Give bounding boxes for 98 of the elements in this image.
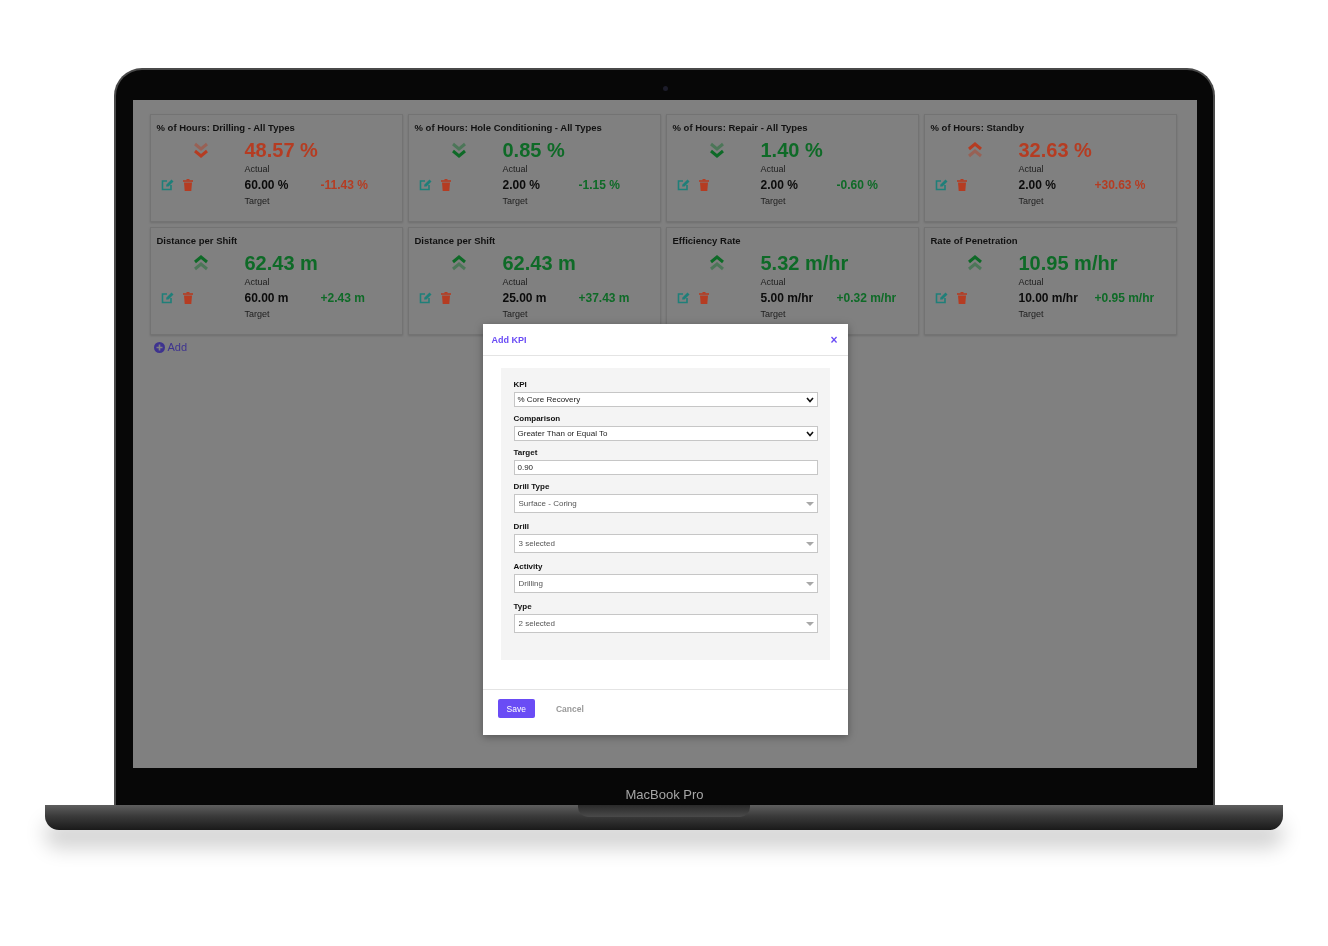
chevron-down-icon: [805, 396, 814, 403]
edit-icon[interactable]: [418, 292, 432, 304]
target-value: 60.00 m: [244, 291, 290, 305]
target-value: 2.00 %: [760, 178, 799, 192]
actual-value: 0.85 %: [502, 138, 566, 162]
actual-value: 1.40 %: [760, 138, 824, 162]
select-field[interactable]: Greater Than or Equal To: [513, 426, 818, 441]
card-title: Distance per Shift: [156, 235, 239, 246]
trash-icon[interactable]: [440, 292, 451, 304]
trash-icon[interactable]: [698, 179, 709, 191]
actual-label: Actual: [1018, 164, 1045, 174]
field-label: Drill Type: [513, 482, 551, 491]
card-title: % of Hours: Hole Conditioning - All Types: [414, 122, 603, 133]
difference-value: +0.32 m/hr: [836, 291, 898, 305]
close-button[interactable]: ×: [830, 332, 838, 347]
edit-icon[interactable]: [160, 179, 174, 191]
edit-icon[interactable]: [160, 292, 174, 304]
edit-icon[interactable]: [676, 179, 690, 191]
trash-icon[interactable]: [182, 292, 193, 304]
actual-label: Actual: [1018, 277, 1045, 287]
caret-down-icon: [805, 621, 814, 626]
target-value: 5.00 m/hr: [760, 291, 815, 305]
double-chevron-up-icon: [966, 142, 983, 158]
trash-icon[interactable]: [440, 179, 451, 191]
field-label: Type: [513, 602, 533, 611]
actual-value: 48.57 %: [244, 138, 319, 162]
actual-value: 62.43 m: [502, 251, 577, 275]
dropdown-field[interactable]: Surface - Coring: [513, 494, 818, 513]
card-title: Rate of Penetration: [930, 235, 1019, 246]
card-title: Efficiency Rate: [672, 235, 742, 246]
actual-label: Actual: [760, 277, 787, 287]
edit-icon[interactable]: [934, 292, 948, 304]
dropdown-field[interactable]: Drilling: [513, 574, 818, 593]
target-label: Target: [502, 309, 529, 319]
double-chevron-down-icon: [192, 142, 209, 158]
target-value: 2.00 %: [1018, 178, 1057, 192]
actual-value: 5.32 m/hr: [760, 251, 850, 275]
target-value: 2.00 %: [502, 178, 541, 192]
card-title: % of Hours: Drilling - All Types: [156, 122, 296, 133]
caret-down-icon: [805, 581, 814, 586]
actual-label: Actual: [502, 164, 529, 174]
field-label: Activity: [513, 562, 544, 571]
input-field[interactable]: 0.90: [513, 460, 818, 475]
target-label: Target: [244, 309, 271, 319]
actual-value: 32.63 %: [1018, 138, 1093, 162]
select-field[interactable]: % Core Recovery: [513, 392, 818, 407]
target-label: Target: [760, 196, 787, 206]
trash-icon[interactable]: [956, 179, 967, 191]
difference-value: -0.60 %: [836, 178, 879, 192]
target-label: Target: [1018, 196, 1045, 206]
camera-dot: [662, 86, 668, 91]
difference-value: -1.15 %: [578, 178, 621, 192]
difference-value: +0.95 m/hr: [1094, 291, 1156, 305]
double-chevron-up-icon: [450, 255, 467, 271]
actual-label: Actual: [760, 164, 787, 174]
trash-icon[interactable]: [956, 292, 967, 304]
chevron-down-icon: [805, 430, 814, 437]
actual-label: Actual: [244, 277, 271, 287]
field-label: Comparison: [513, 414, 562, 423]
target-label: Target: [502, 196, 529, 206]
field-label: Drill: [513, 522, 531, 531]
card-title: Distance per Shift: [414, 235, 497, 246]
edit-icon[interactable]: [676, 292, 690, 304]
target-label: Target: [760, 309, 787, 319]
edit-icon[interactable]: [934, 179, 948, 191]
difference-value: +2.43 m: [320, 291, 366, 305]
trash-icon[interactable]: [698, 292, 709, 304]
trash-icon[interactable]: [182, 179, 193, 191]
double-chevron-down-icon: [708, 142, 725, 158]
device-label: MacBook Pro: [625, 787, 704, 804]
field-label: KPI: [513, 380, 528, 389]
difference-value: +37.43 m: [578, 291, 631, 305]
actual-value: 10.95 m/hr: [1018, 251, 1119, 275]
dropdown-field[interactable]: 3 selected: [513, 534, 818, 553]
actual-value: 62.43 m: [244, 251, 319, 275]
save-button[interactable]: Save: [497, 699, 535, 718]
dropdown-field[interactable]: 2 selected: [513, 614, 818, 633]
actual-label: Actual: [244, 164, 271, 174]
double-chevron-up-icon: [966, 255, 983, 271]
plus-circle-icon: [153, 341, 165, 353]
difference-value: +30.63 %: [1094, 178, 1147, 192]
target-value: 25.00 m: [502, 291, 548, 305]
double-chevron-up-icon: [192, 255, 209, 271]
card-title: % of Hours: Standby: [930, 122, 1025, 133]
edit-icon[interactable]: [418, 179, 432, 191]
actual-label: Actual: [502, 277, 529, 287]
target-label: Target: [244, 196, 271, 206]
target-value: 60.00 %: [244, 178, 290, 192]
double-chevron-up-icon: [708, 255, 725, 271]
caret-down-icon: [805, 501, 814, 506]
target-value: 10.00 m/hr: [1018, 291, 1079, 305]
double-chevron-down-icon: [450, 142, 467, 158]
dialog-title: Add KPI: [491, 334, 527, 345]
caret-down-icon: [805, 541, 814, 546]
target-label: Target: [1018, 309, 1045, 319]
difference-value: -11.43 %: [320, 178, 369, 192]
card-title: % of Hours: Repair - All Types: [672, 122, 809, 133]
field-label: Target: [513, 448, 539, 457]
